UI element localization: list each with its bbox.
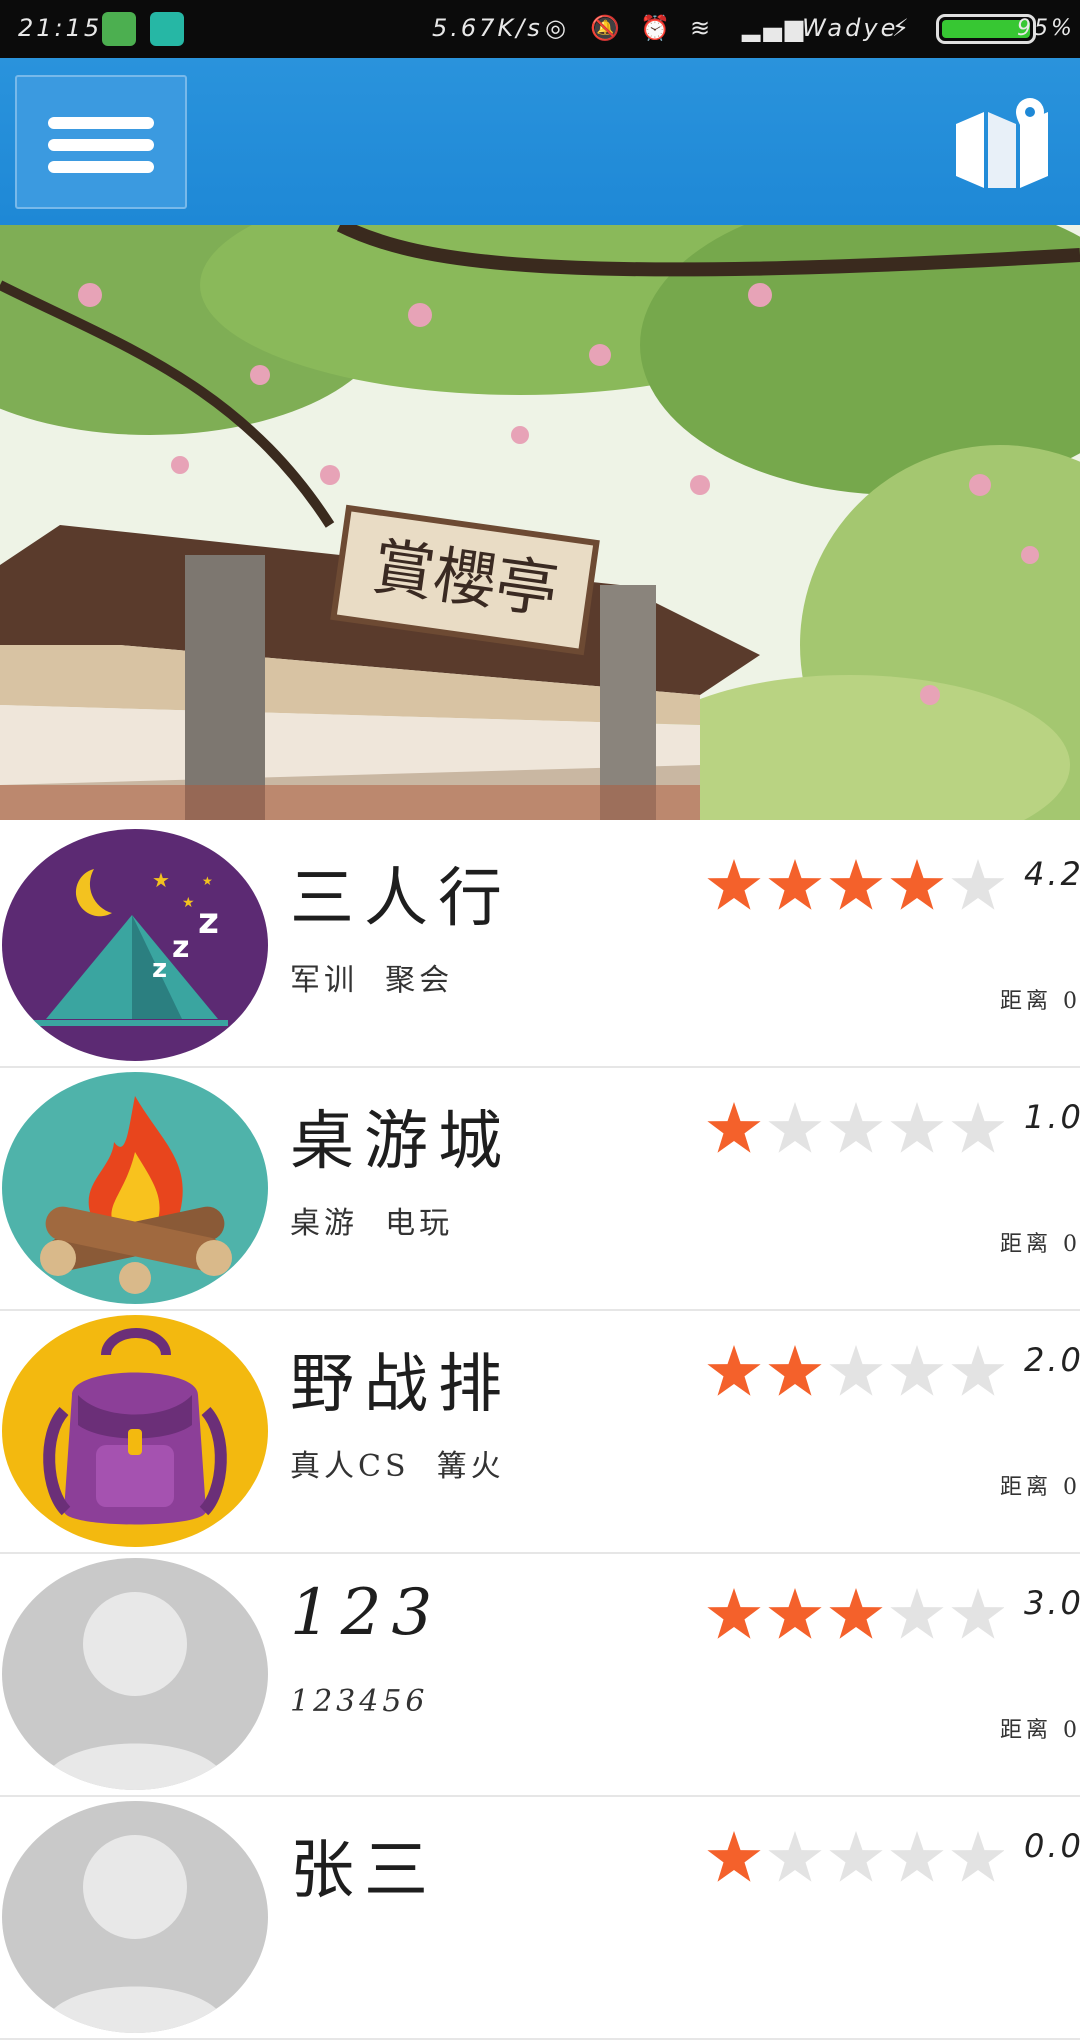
network-speed: 5.67K/s	[432, 14, 543, 42]
star-filled-icon	[829, 1588, 883, 1639]
hotspot-icon: ◎	[545, 14, 569, 42]
rating-score: 2.0	[1024, 1341, 1080, 1379]
backpack-icon	[2, 1315, 268, 1547]
star-empty-icon	[829, 1102, 883, 1153]
distance-label: 距离 0	[1000, 989, 1080, 1014]
star-filled-icon	[707, 1588, 761, 1639]
silent-icon: 🔕	[590, 14, 623, 42]
star-empty-icon	[890, 1588, 944, 1639]
signal-icon: ▂▄▆	[742, 14, 807, 42]
rating-stars	[704, 1584, 1004, 1644]
star-filled-icon	[768, 1345, 822, 1396]
battery-app-icon	[102, 12, 136, 46]
rating-score: 3.0	[1024, 1584, 1080, 1622]
default-user-icon	[2, 1801, 268, 2033]
distance-label: 距离 0	[1000, 1232, 1080, 1257]
svg-text:★: ★	[182, 895, 195, 911]
svg-text:★: ★	[202, 874, 213, 888]
star-empty-icon	[890, 1831, 944, 1882]
rating-stars	[704, 1827, 1004, 1887]
star-filled-icon	[890, 859, 944, 910]
tent-night-icon: ★ ★ ★ z z z	[2, 829, 268, 1061]
rating-stars	[704, 1098, 1004, 1158]
status-time: 21:15	[18, 14, 103, 42]
item-title: 桌游城	[290, 1105, 512, 1179]
distance-label: 距离 0	[1000, 1475, 1080, 1500]
item-title: 野战排	[290, 1348, 512, 1422]
item-tags: 123456	[290, 1684, 429, 1719]
rating-score: 1.0	[1024, 1098, 1080, 1136]
activity-list: ★ ★ ★ z z z 三人行 军训 聚会 4.2 距离 0 桌游城 桌游 电玩…	[0, 825, 1080, 2040]
star-filled-icon	[829, 859, 883, 910]
default-user-icon	[2, 1558, 268, 1790]
status-bar: 21:15 5.67K/s ◎ 🔕 ⏰ ≋ ▂▄▆ Wadye ⚡ 95%	[0, 0, 1080, 58]
item-tags: 军训 聚会	[290, 963, 454, 998]
star-filled-icon	[707, 859, 761, 910]
list-item[interactable]: 野战排 真人CS 篝火 2.0 距离 0	[0, 1311, 1080, 1554]
star-filled-icon	[768, 859, 822, 910]
star-empty-icon	[951, 1102, 1004, 1153]
app-notification-icon	[150, 12, 184, 46]
star-empty-icon	[890, 1345, 944, 1396]
star-empty-icon	[829, 1831, 883, 1882]
star-empty-icon	[951, 1588, 1004, 1639]
star-empty-icon	[768, 1102, 822, 1153]
star-filled-icon	[707, 1831, 761, 1882]
wifi-icon: ≋	[690, 14, 714, 42]
svg-text:★: ★	[152, 868, 170, 892]
avatar	[2, 1072, 268, 1304]
star-filled-icon	[707, 1345, 761, 1396]
rating-stars	[704, 855, 1004, 915]
menu-button[interactable]	[15, 75, 187, 209]
campfire-icon	[2, 1072, 268, 1304]
svg-text:z: z	[198, 901, 219, 942]
svg-text:z: z	[172, 930, 189, 965]
star-empty-icon	[951, 1831, 1004, 1882]
list-item[interactable]: 张三 0.0	[0, 1797, 1080, 2040]
avatar	[2, 1801, 268, 2033]
avatar: ★ ★ ★ z z z	[2, 829, 268, 1061]
map-pin-icon	[956, 98, 1048, 188]
item-tags: 桌游 电玩	[290, 1206, 454, 1241]
rating-stars	[704, 1341, 1004, 1401]
star-empty-icon	[890, 1102, 944, 1153]
carrier-name: Wadye	[802, 14, 899, 42]
star-empty-icon	[829, 1345, 883, 1396]
avatar	[2, 1558, 268, 1790]
list-item[interactable]: 123 123456 3.0 距离 0	[0, 1554, 1080, 1797]
list-item[interactable]: ★ ★ ★ z z z 三人行 军训 聚会 4.2 距离 0	[0, 825, 1080, 1068]
charging-icon: ⚡	[892, 14, 912, 42]
star-filled-icon	[707, 1102, 761, 1153]
battery-percent: 95%	[1017, 16, 1075, 41]
app-header	[0, 58, 1080, 225]
star-filled-icon	[768, 1588, 822, 1639]
distance-label: 距离 0	[1000, 1718, 1080, 1743]
rating-score: 4.2	[1024, 855, 1080, 893]
star-empty-icon	[951, 1345, 1004, 1396]
star-empty-icon	[951, 859, 1004, 910]
item-tags: 真人CS 篝火	[290, 1449, 505, 1484]
avatar	[2, 1315, 268, 1547]
rating-score: 0.0	[1024, 1827, 1080, 1865]
item-title: 张三	[290, 1834, 438, 1908]
svg-text:z: z	[152, 954, 167, 984]
banner-image: 賞櫻亭	[0, 225, 1080, 820]
item-title: 123	[290, 1576, 443, 1650]
item-title: 三人行	[290, 862, 512, 936]
alarm-icon: ⏰	[640, 14, 673, 42]
map-button[interactable]	[952, 96, 1052, 196]
star-empty-icon	[768, 1831, 822, 1882]
list-item[interactable]: 桌游城 桌游 电玩 1.0 距离 0	[0, 1068, 1080, 1311]
